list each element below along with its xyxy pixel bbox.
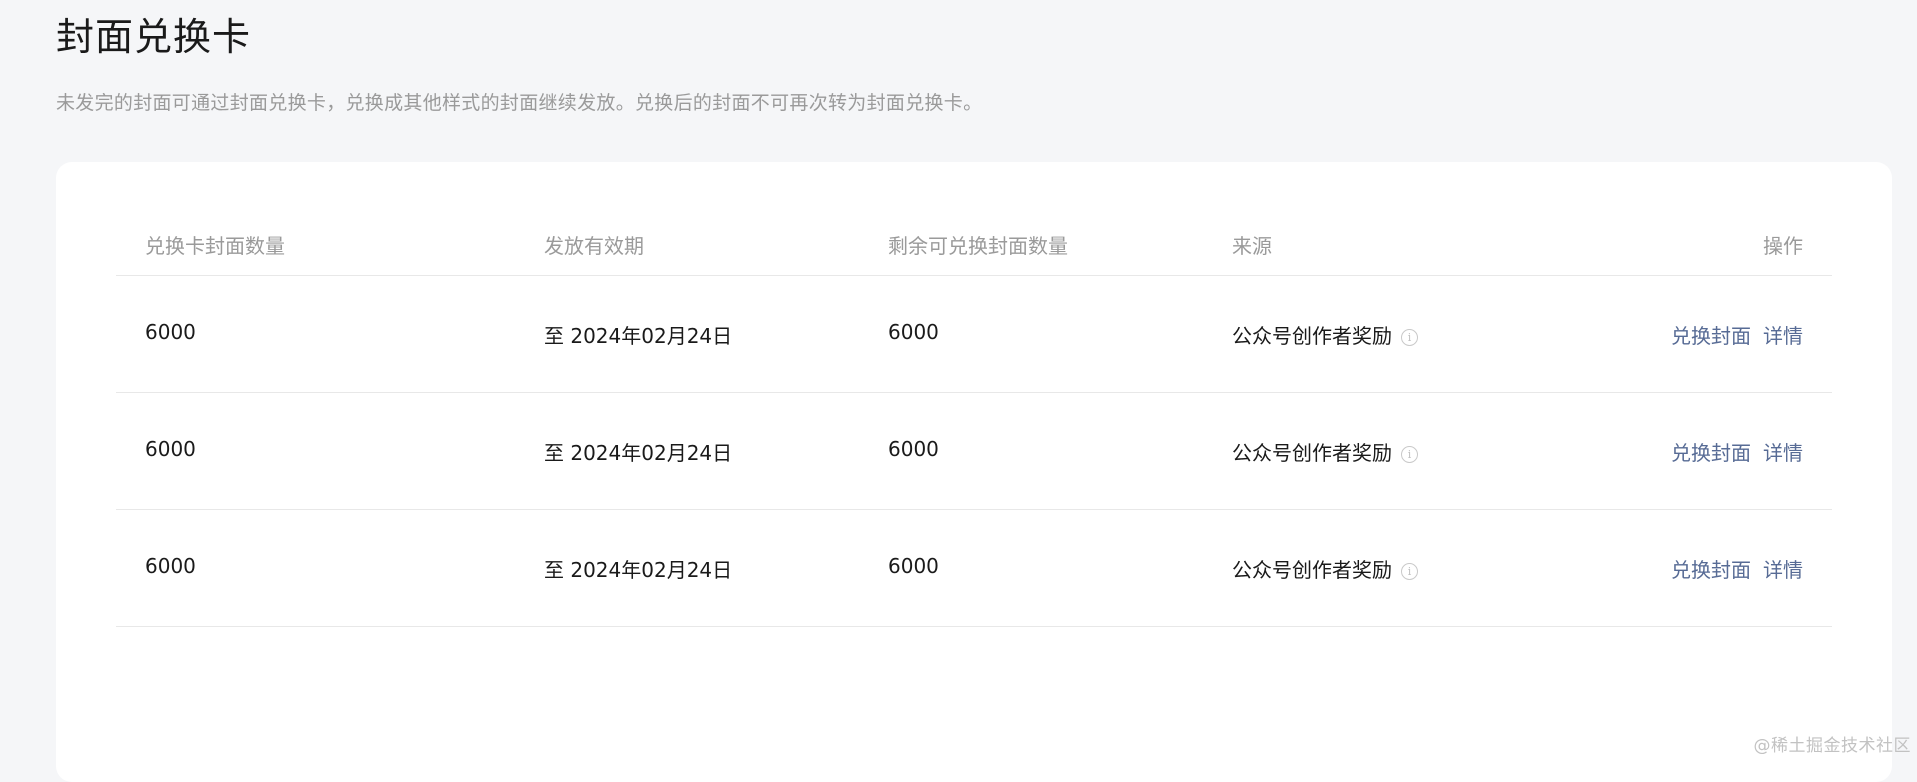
remaining-cell: 6000 [888,320,939,344]
validity-cell: 至 2024年02月24日 [544,558,733,582]
info-icon[interactable]: i [1401,446,1418,463]
actions-cell: 兑换封面 详情 [1671,320,1803,349]
exchange-cover-link[interactable]: 兑换封面 [1671,558,1751,582]
column-header-remaining: 剩余可兑换封面数量 [888,234,1068,258]
page-description: 未发完的封面可通过封面兑换卡，兑换成其他样式的封面继续发放。兑换后的封面不可再次… [56,92,983,114]
remaining-cell: 6000 [888,437,939,461]
actions-cell: 兑换封面 详情 [1671,554,1803,583]
table-header-row: 兑换卡封面数量 发放有效期 剩余可兑换封面数量 来源 操作 [116,220,1832,276]
exchange-cover-link[interactable]: 兑换封面 [1671,324,1751,348]
remaining-cell: 6000 [888,554,939,578]
source-label: 公众号创作者奖励 [1232,324,1392,348]
exchange-card-table: 兑换卡封面数量 发放有效期 剩余可兑换封面数量 来源 操作 6000 至 202… [116,220,1832,627]
column-header-actions: 操作 [1763,234,1803,258]
table-row: 6000 至 2024年02月24日 6000 公众号创作者奖励 i 兑换封面 详情 [116,393,1832,510]
table-row: 6000 至 2024年02月24日 6000 公众号创作者奖励 i 兑换封面 详情 [116,276,1832,393]
validity-cell: 至 2024年02月24日 [544,441,733,465]
exchange-card-panel: 兑换卡封面数量 发放有效期 剩余可兑换封面数量 来源 操作 6000 至 202… [56,162,1892,782]
actions-cell: 兑换封面 详情 [1671,437,1803,466]
details-link[interactable]: 详情 [1763,441,1803,465]
validity-cell: 至 2024年02月24日 [544,324,733,348]
quantity-cell: 6000 [145,554,196,578]
info-icon[interactable]: i [1401,563,1418,580]
quantity-cell: 6000 [145,437,196,461]
column-header-source: 来源 [1232,234,1272,258]
page-title: 封面兑换卡 [56,15,252,59]
source-cell: 公众号创作者奖励 i [1232,320,1418,349]
quantity-cell: 6000 [145,320,196,344]
info-icon[interactable]: i [1401,329,1418,346]
source-label: 公众号创作者奖励 [1232,441,1392,465]
details-link[interactable]: 详情 [1763,558,1803,582]
source-cell: 公众号创作者奖励 i [1232,554,1418,583]
page-header: 封面兑换卡 未发完的封面可通过封面兑换卡，兑换成其他样式的封面继续发放。兑换后的… [56,12,982,115]
table-row: 6000 至 2024年02月24日 6000 公众号创作者奖励 i 兑换封面 详情 [116,510,1832,627]
details-link[interactable]: 详情 [1763,324,1803,348]
watermark: @稀土掘金技术社区 [1753,736,1911,756]
column-header-quantity: 兑换卡封面数量 [145,234,285,258]
column-header-validity: 发放有效期 [544,234,644,258]
source-label: 公众号创作者奖励 [1232,558,1392,582]
source-cell: 公众号创作者奖励 i [1232,437,1418,466]
exchange-cover-link[interactable]: 兑换封面 [1671,441,1751,465]
